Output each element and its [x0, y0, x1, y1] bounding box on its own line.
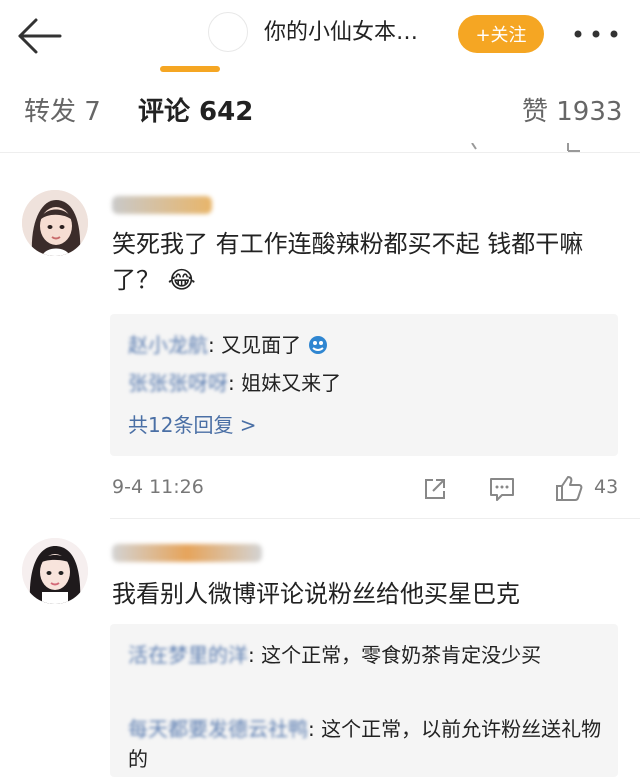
- tab-comments[interactable]: 评论 642: [138, 92, 253, 132]
- commenter-username-obscured[interactable]: [112, 544, 262, 562]
- follow-button[interactable]: +关注: [458, 15, 544, 53]
- comment-icon[interactable]: [488, 476, 516, 502]
- reply-username[interactable]: 赵小龙航: [128, 330, 208, 360]
- laughing-emoji-icon: 😂: [167, 266, 196, 294]
- tab-forward[interactable]: 转发 7: [24, 92, 101, 132]
- reply-preview-box[interactable]: 赵小龙航: 又见面了 张张张呀呀: 姐妹又来了 共12条回复 >: [110, 314, 618, 456]
- reply-item: 张张张呀呀: 姐妹又来了: [128, 368, 341, 398]
- active-tab-indicator: [160, 66, 220, 72]
- reply-item: 每天都要发德云社鸭: 这个正常，以前允许粉丝送礼物的: [128, 714, 604, 774]
- reply-item: 赵小龙航: 又见面了: [128, 330, 329, 360]
- share-icon[interactable]: [422, 476, 448, 502]
- commenter-username-obscured[interactable]: [112, 196, 212, 214]
- reply-text: : 姐妹又来了: [228, 371, 342, 395]
- view-all-replies-link[interactable]: 共12条回复 >: [128, 410, 257, 440]
- comment-timestamp: 9-4 11:26: [112, 476, 204, 498]
- reply-item: 活在梦里的洋: 这个正常，零食奶茶肯定没少买: [128, 640, 604, 670]
- cropped-icons-edge: [471, 143, 580, 152]
- reply-preview-box[interactable]: 活在梦里的洋: 这个正常，零食奶茶肯定没少买 每天都要发德云社鸭: 这个正常，以…: [110, 624, 618, 777]
- author-avatar[interactable]: [208, 12, 248, 52]
- like-icon[interactable]: [554, 473, 584, 503]
- reply-username[interactable]: 每天都要发德云社鸭: [128, 714, 308, 744]
- avatar-portrait-icon: [22, 190, 88, 256]
- like-count: 43: [594, 476, 619, 498]
- commenter-avatar[interactable]: [22, 190, 88, 256]
- avatar-portrait-icon: [22, 538, 88, 604]
- post-author-title[interactable]: 你的小仙女本…: [264, 16, 418, 50]
- top-bar: 你的小仙女本… +关注: [0, 0, 640, 72]
- post-tabs: 转发 7 评论 642 赞 1933: [0, 72, 640, 153]
- reply-username[interactable]: 张张张呀呀: [128, 368, 228, 398]
- tab-likes[interactable]: 赞 1933: [522, 92, 622, 132]
- comment-text: 笑死我了 有工作连酸辣粉都买不起 钱都干嘛了？ 😂: [112, 226, 617, 298]
- more-options-icon[interactable]: [572, 28, 620, 40]
- wave-emoji-icon: [309, 336, 328, 354]
- comment-divider: [110, 518, 640, 519]
- back-arrow-icon[interactable]: [16, 16, 64, 56]
- comment-text: 我看别人微博评论说粉丝给他买星巴克: [112, 580, 520, 608]
- commenter-avatar[interactable]: [22, 538, 88, 604]
- reply-text: : 又见面了: [208, 333, 302, 357]
- reply-text: : 这个正常，零食奶茶肯定没少买: [248, 643, 542, 667]
- reply-username[interactable]: 活在梦里的洋: [128, 640, 248, 670]
